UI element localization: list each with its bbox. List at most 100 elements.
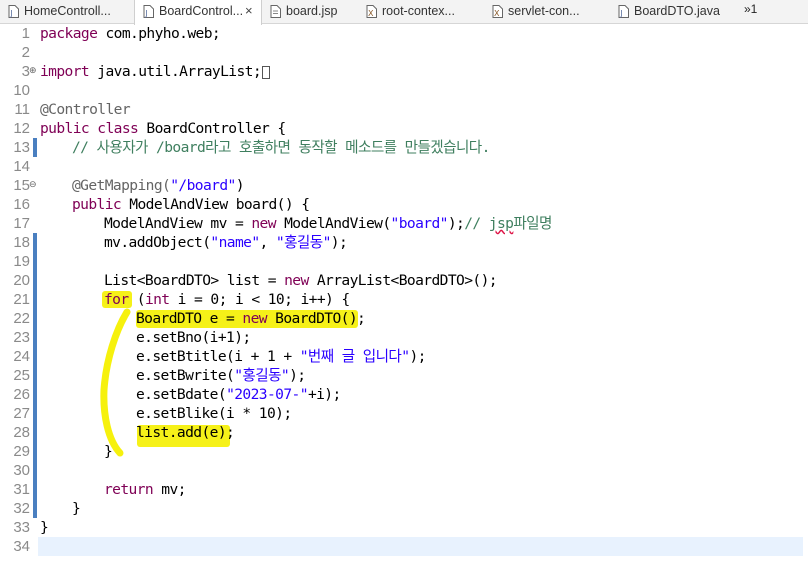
tab-overflow-button[interactable]: »1 bbox=[744, 2, 757, 16]
xml-file-icon: X bbox=[366, 5, 377, 18]
line-number: 2 bbox=[21, 44, 30, 61]
code-line-29: } bbox=[104, 442, 113, 461]
code-line-13: // 사용자가 /board라고 호출하면 동작할 메소드를 만들겠습니다. bbox=[72, 138, 490, 157]
code-text: mv; bbox=[153, 481, 186, 498]
line-number: 15 bbox=[13, 177, 30, 194]
jsp-file-icon bbox=[270, 5, 281, 18]
code-text: mv.addObject( bbox=[104, 234, 211, 251]
editor-tab-bar: J HomeControll... J BoardControl... × bo… bbox=[0, 0, 808, 25]
tab-board-controller[interactable]: J BoardControl... × bbox=[134, 0, 262, 25]
tab-label: board.jsp bbox=[286, 4, 338, 18]
line-number: 27 bbox=[13, 405, 30, 422]
line-number: 10 bbox=[13, 82, 30, 99]
line-number: 23 bbox=[13, 329, 30, 346]
tab-label: HomeControll... bbox=[24, 4, 111, 18]
code-line-17: ModelAndView mv = new ModelAndView("boar… bbox=[104, 214, 552, 233]
tab-home-controller[interactable]: J HomeControll... bbox=[0, 0, 134, 24]
code-text: , bbox=[259, 234, 276, 251]
code-line-32: } bbox=[72, 499, 81, 518]
line-number: 24 bbox=[13, 348, 30, 365]
string-literal: "2023-07-" bbox=[226, 386, 308, 403]
line-number: 31 bbox=[13, 481, 30, 498]
string-literal: "/board" bbox=[170, 177, 236, 194]
line-number: 32 bbox=[13, 500, 30, 517]
svg-text:J: J bbox=[619, 9, 622, 18]
tab-board-jsp[interactable]: board.jsp bbox=[262, 0, 358, 24]
string-literal: "홍길동" bbox=[234, 367, 290, 384]
code-line-28: list.add(e); bbox=[136, 423, 235, 442]
keyword: for bbox=[104, 291, 129, 308]
tab-label: BoardControl... bbox=[159, 4, 244, 18]
annotation: @GetMapping( bbox=[72, 177, 171, 194]
expand-fold-icon[interactable]: ⊕ bbox=[29, 66, 37, 76]
close-icon[interactable]: × bbox=[245, 3, 253, 18]
change-marker bbox=[33, 138, 37, 157]
line-number: 12 bbox=[13, 120, 30, 137]
code-text: BoardDTO(); bbox=[266, 310, 366, 327]
code-line-3: import java.util.ArrayList; bbox=[40, 62, 271, 81]
tab-label: BoardDTO.java bbox=[634, 4, 720, 18]
collapse-fold-icon[interactable]: ⊖ bbox=[29, 180, 37, 190]
code-text: ); bbox=[289, 367, 306, 384]
keyword: new bbox=[242, 310, 267, 327]
code-line-31: return mv; bbox=[104, 480, 186, 499]
line-number: 29 bbox=[13, 443, 30, 460]
code-text: e.setBno(i+1); bbox=[136, 329, 251, 346]
code-text: ); bbox=[409, 348, 426, 365]
svg-text:J: J bbox=[144, 9, 147, 18]
string-literal: "번째 글 입니다" bbox=[299, 348, 410, 365]
code-line-16: public ModelAndView board() { bbox=[72, 195, 310, 214]
svg-text:X: X bbox=[494, 9, 500, 18]
line-number: 19 bbox=[13, 253, 30, 270]
code-line-15: @GetMapping("/board") bbox=[72, 176, 245, 195]
line-number: 18 bbox=[13, 234, 30, 251]
code-text: } bbox=[72, 500, 81, 517]
keyword: int bbox=[144, 291, 170, 308]
code-line-22: BoardDTO e = new BoardDTO(); bbox=[136, 309, 366, 328]
code-text: i = 0; i < 10; i++) { bbox=[169, 291, 351, 308]
code-text: java.util.ArrayList; bbox=[89, 63, 262, 80]
comment: // bbox=[464, 215, 489, 232]
code-text: e.setBlike(i * 10); bbox=[136, 405, 292, 422]
line-number: 11 bbox=[14, 101, 30, 118]
code-text: List<BoardDTO> list = bbox=[104, 272, 285, 289]
code-line-26: e.setBdate("2023-07-"+i); bbox=[136, 385, 341, 404]
line-number: 3 bbox=[21, 63, 30, 80]
code-text: ); bbox=[330, 234, 348, 251]
line-number: 34 bbox=[13, 538, 30, 555]
code-text: BoardController { bbox=[138, 120, 286, 137]
folded-region-icon[interactable] bbox=[262, 65, 271, 79]
current-line-highlight bbox=[38, 537, 803, 556]
keyword: public class bbox=[40, 120, 139, 137]
tab-board-dto[interactable]: J BoardDTO.java bbox=[610, 0, 736, 24]
line-number: 30 bbox=[13, 462, 30, 479]
code-text: e.setBdate( bbox=[136, 386, 227, 403]
code-line-1: package com.phyho.web; bbox=[40, 24, 221, 43]
tab-root-context[interactable]: X root-contex... bbox=[358, 0, 484, 24]
code-line-11: @Controller bbox=[40, 100, 131, 119]
line-number: 14 bbox=[13, 158, 30, 175]
line-number: 25 bbox=[13, 367, 30, 384]
line-number: 16 bbox=[13, 196, 30, 213]
tab-label: servlet-con... bbox=[508, 4, 580, 18]
svg-text:X: X bbox=[368, 9, 374, 18]
code-line-27: e.setBlike(i * 10); bbox=[136, 404, 292, 423]
code-text: list.add(e); bbox=[136, 424, 235, 441]
line-number: 21 bbox=[13, 291, 30, 308]
tab-servlet-context[interactable]: X servlet-con... bbox=[484, 0, 610, 24]
xml-file-icon: X bbox=[492, 5, 503, 18]
code-text: e.setBtitle(i + 1 + bbox=[136, 348, 300, 365]
comment: 파일명 bbox=[513, 215, 552, 232]
keyword: package bbox=[40, 25, 98, 42]
code-text: BoardDTO e = bbox=[136, 310, 243, 327]
comment: // 사용자가 /board라고 호출하면 동작할 메소드를 만들겠습니다. bbox=[72, 139, 490, 156]
code-text: ( bbox=[128, 291, 146, 308]
code-line-25: e.setBwrite("홍길동"); bbox=[136, 366, 306, 385]
highlight-mark bbox=[100, 308, 131, 457]
keyword: new bbox=[284, 272, 309, 289]
code-line-20: List<BoardDTO> list = new ArrayList<Boar… bbox=[104, 271, 498, 290]
string-literal: "name" bbox=[210, 234, 260, 251]
line-number: 28 bbox=[13, 424, 30, 441]
code-line-21: for (int i = 0; i < 10; i++) { bbox=[104, 290, 350, 309]
line-number: 22 bbox=[13, 310, 30, 327]
